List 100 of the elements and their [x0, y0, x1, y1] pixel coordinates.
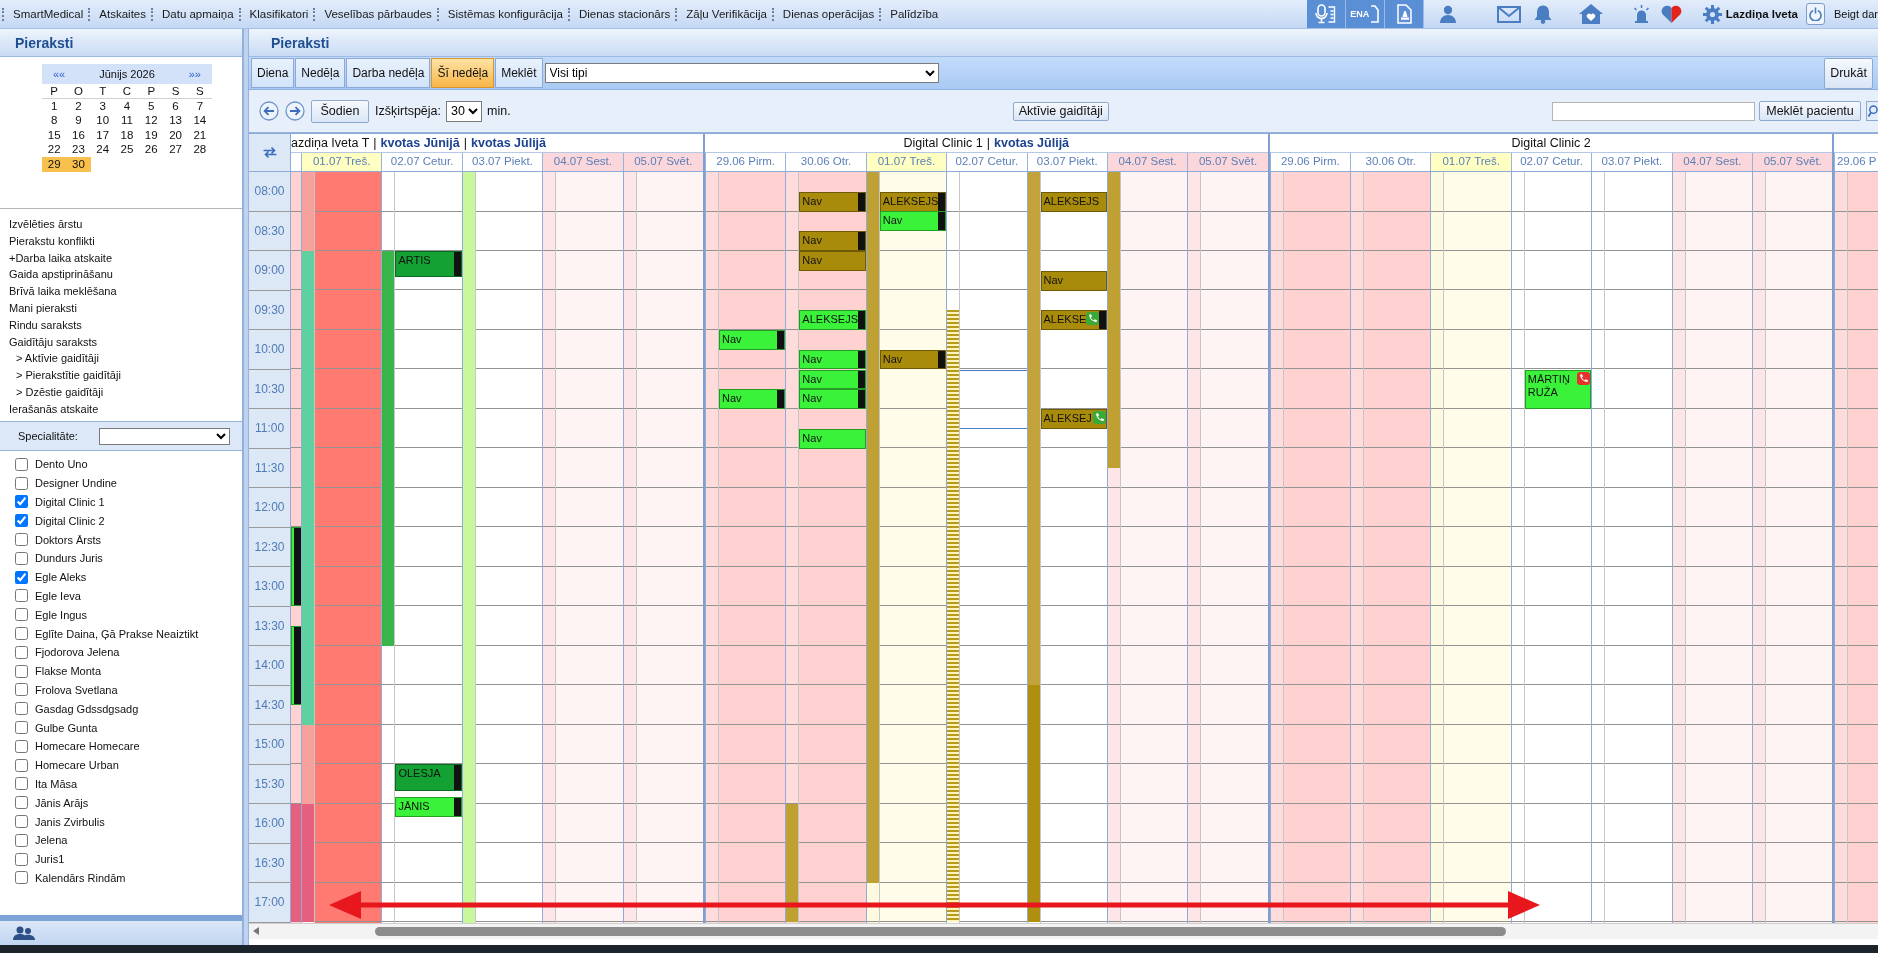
specialty-select[interactable]: [99, 427, 230, 445]
nav-link[interactable]: Pierakstu konflikti: [9, 232, 95, 250]
mail-icon[interactable]: [1496, 5, 1521, 23]
appointment-block[interactable]: Nav: [799, 428, 866, 449]
calendar-day[interactable]: 30: [66, 156, 91, 172]
calendar-day[interactable]: 2: [66, 98, 91, 114]
calendar-day[interactable]: 3: [90, 98, 115, 114]
checkbox[interactable]: [15, 514, 28, 528]
nav-link[interactable]: > Dzēstie gaidītāji: [16, 383, 104, 401]
checkbox[interactable]: [15, 608, 28, 622]
quota-link[interactable]: kvotas Jūlijā: [471, 136, 547, 150]
quota-link[interactable]: kvotas Jūlijā: [994, 136, 1070, 150]
previous-month-link[interactable]: ««: [53, 68, 66, 80]
phone-icon[interactable]: [1577, 371, 1591, 385]
calendar-day[interactable]: 17: [90, 127, 115, 143]
nav-link[interactable]: > Aktīvie gaidītāji: [16, 350, 99, 368]
menu-item[interactable]: Palīdzība: [890, 8, 939, 20]
person-icon[interactable]: [1438, 5, 1457, 23]
calendar-day[interactable]: 27: [163, 142, 188, 157]
calendar-day[interactable]: 1: [42, 98, 67, 114]
scrollbar-thumb[interactable]: [375, 926, 1506, 936]
search-button[interactable]: [1866, 101, 1878, 121]
calendar-day[interactable]: 22: [42, 142, 67, 157]
calendar-day[interactable]: 21: [187, 127, 212, 143]
checkbox[interactable]: [15, 739, 28, 753]
calendar-day[interactable]: 23: [66, 142, 91, 157]
appointment-block[interactable]: ARTIS: [395, 251, 462, 278]
calendar-day[interactable]: 11: [114, 113, 140, 128]
phone-icon[interactable]: [1085, 312, 1099, 326]
nav-link[interactable]: Ierašanās atskaite: [9, 400, 99, 418]
appointment-block[interactable]: Nav: [879, 349, 947, 370]
calendar-day[interactable]: 16: [66, 127, 91, 143]
arrow-left-icon[interactable]: [259, 101, 279, 121]
calendar-day[interactable]: 14: [187, 113, 212, 128]
menu-item[interactable]: Dienas operācijas: [782, 8, 875, 20]
menu-item[interactable]: Sistēmas konfigurācija: [447, 8, 563, 20]
calendar-day[interactable]: 19: [139, 127, 164, 143]
menu-item[interactable]: Zāļu Verifikācija: [686, 8, 767, 20]
scroll-left-icon[interactable]: [253, 927, 259, 935]
power-button[interactable]: [1805, 3, 1825, 25]
house-icon[interactable]: [1577, 3, 1604, 25]
appointment-block[interactable]: OLESJA: [395, 764, 462, 791]
calendar-day[interactable]: 24: [90, 142, 115, 157]
checkbox[interactable]: [15, 702, 28, 716]
appointment-block[interactable]: Nav: [718, 389, 786, 409]
nav-link[interactable]: Rindu saraksts: [9, 316, 82, 334]
calendar-day[interactable]: 15: [42, 127, 67, 143]
appointment-block[interactable]: ALEKSEJS: [799, 310, 866, 330]
appointment-block[interactable]: Nav: [799, 369, 866, 390]
nav-link[interactable]: Gaida apstiprināšanu: [9, 266, 113, 284]
nav-link[interactable]: > Pierakstītie gaidītāji: [16, 367, 121, 384]
calendar-day[interactable]: 12: [139, 113, 164, 128]
tab[interactable]: Nedēļa: [295, 58, 346, 88]
resolution-select[interactable]: 30: [446, 100, 482, 122]
menu-item[interactable]: Atskaites: [99, 8, 146, 20]
calendar-day[interactable]: 8: [42, 113, 67, 128]
calendar-day[interactable]: 26: [139, 142, 164, 157]
nav-link[interactable]: Brīvā laika meklēšana: [9, 283, 117, 300]
checkbox[interactable]: [15, 664, 28, 678]
checkbox[interactable]: [15, 815, 28, 829]
appointment-block[interactable]: JĀNIS: [395, 797, 462, 818]
nav-link[interactable]: Izvēlēties ārstu: [9, 216, 83, 233]
stamp-button[interactable]: [1384, 0, 1424, 28]
checkbox[interactable]: [15, 852, 28, 866]
checkbox[interactable]: [15, 777, 28, 791]
search-patient-button[interactable]: Meklēt pacientu: [1759, 101, 1861, 121]
checkbox[interactable]: [15, 796, 28, 810]
appointment-block[interactable]: Nav: [799, 191, 866, 212]
calendar-day[interactable]: 20: [163, 127, 188, 143]
menu-item[interactable]: Datu apmaiņa: [162, 8, 234, 20]
menu-item[interactable]: Veselības pārbaudes: [324, 8, 432, 20]
appointment-block[interactable]: ALEKSEJS: [879, 191, 947, 212]
menu-item[interactable]: Dienas stacionārs: [578, 8, 671, 20]
appointment-block[interactable]: Nav: [799, 349, 866, 370]
checkbox[interactable]: [15, 570, 28, 584]
appointment-block[interactable]: Nav: [799, 389, 866, 409]
checkbox[interactable]: [15, 457, 28, 471]
checkbox[interactable]: [15, 589, 28, 603]
appointment-block[interactable]: Nav: [879, 211, 947, 232]
patient-search-field[interactable]: [1552, 101, 1755, 121]
appointment-block[interactable]: ALEKSEJS: [1040, 191, 1107, 212]
appointment-block[interactable]: ALEKSE: [1040, 310, 1107, 330]
appointment-block[interactable]: Nav: [718, 330, 786, 350]
phone-icon[interactable]: [1092, 411, 1106, 424]
checkbox[interactable]: [15, 533, 28, 547]
calendar-day[interactable]: 9: [66, 113, 91, 128]
tab[interactable]: Šī nedēļa: [431, 58, 495, 88]
calendar-day[interactable]: 4: [114, 98, 140, 114]
menu-item[interactable]: SmartMedical: [13, 8, 84, 20]
calendar-day[interactable]: 28: [187, 142, 212, 157]
checkbox[interactable]: [15, 758, 28, 772]
appointment-block[interactable]: Nav: [1040, 270, 1107, 291]
appointment-block[interactable]: Nav: [799, 251, 866, 271]
logout-link[interactable]: Beigt dar: [1833, 8, 1878, 20]
quota-link[interactable]: kvotas Jūnijā: [380, 136, 460, 150]
calendar-day[interactable]: 6: [163, 98, 188, 114]
checkbox[interactable]: [15, 551, 28, 565]
dictation-button[interactable]: [1306, 0, 1346, 28]
checkbox[interactable]: [15, 627, 28, 641]
checkbox[interactable]: [15, 721, 28, 735]
